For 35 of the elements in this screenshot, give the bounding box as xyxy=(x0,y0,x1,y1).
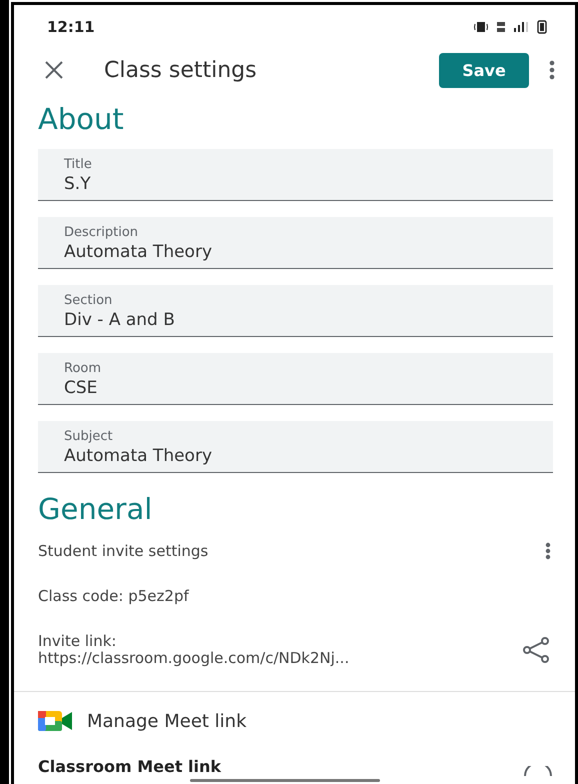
class-code: Class code: p5ez2pf xyxy=(38,587,189,605)
setting-label: Student invite settings xyxy=(38,542,208,560)
more-icon[interactable] xyxy=(545,542,551,560)
share-icon[interactable] xyxy=(521,637,551,663)
text-field[interactable]: Title S.Y xyxy=(38,149,553,201)
text-field[interactable]: Description Automata Theory xyxy=(38,217,553,269)
close-icon[interactable] xyxy=(44,60,64,80)
section-heading: About xyxy=(38,101,125,138)
field-label: Room xyxy=(64,361,102,377)
section-heading: General xyxy=(38,491,154,528)
field-label: Description xyxy=(64,225,140,241)
signal-icon xyxy=(514,21,529,33)
page-title: Class settings xyxy=(104,58,258,82)
status-time: 12:11 xyxy=(47,18,95,36)
field-label: Title xyxy=(64,157,93,173)
volte-icon xyxy=(497,21,506,33)
text-field[interactable]: Subject Automata Theory xyxy=(38,421,553,473)
field-value: S.Y xyxy=(64,173,92,195)
meet-title: Manage Meet link xyxy=(87,710,247,732)
more-icon[interactable] xyxy=(549,60,555,80)
field-value: Div - A and B xyxy=(64,309,176,331)
field-value: Automata Theory xyxy=(64,241,214,263)
field-label: Subject xyxy=(64,429,114,445)
invite-label: Invite link: xyxy=(38,633,118,650)
video-camera-icon xyxy=(38,711,72,731)
field-value: Automata Theory xyxy=(64,445,214,467)
invite-link[interactable]: https://classroom.google.com/c/NDk2Nj... xyxy=(38,650,350,667)
text-field[interactable]: Room CSE xyxy=(38,353,553,405)
battery-icon xyxy=(537,20,547,34)
field-label: Section xyxy=(64,293,114,309)
meet-subtitle: Classroom Meet link xyxy=(38,757,222,776)
vibrate-icon xyxy=(474,20,489,34)
save-button[interactable]: Save xyxy=(439,52,529,88)
text-field[interactable]: Section Div - A and B xyxy=(38,285,553,337)
field-value: CSE xyxy=(64,377,98,399)
